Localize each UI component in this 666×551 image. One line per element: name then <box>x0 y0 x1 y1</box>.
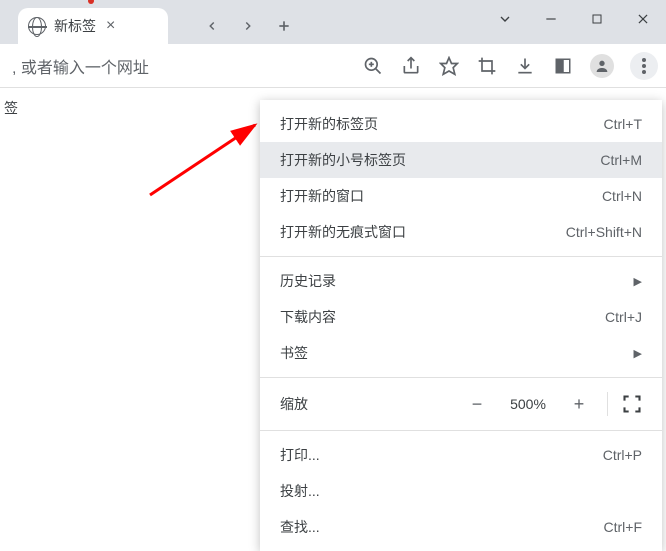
menu-new-incognito[interactable]: 打开新的无痕式窗口 Ctrl+Shift+N <box>260 214 662 250</box>
menu-new-tab[interactable]: 打开新的标签页 Ctrl+T <box>260 106 662 142</box>
menu-shortcut: Ctrl+Shift+N <box>566 224 642 240</box>
menu-zoom-row: 缩放 − 500% + <box>260 384 662 424</box>
close-window-button[interactable] <box>620 0 666 38</box>
menu-label: 打开新的小号标签页 <box>280 150 406 170</box>
menu-shortcut: Ctrl+N <box>602 188 642 204</box>
zoom-separator <box>607 392 608 416</box>
fullscreen-icon[interactable] <box>622 394 642 414</box>
menu-label: 打开新的窗口 <box>280 186 364 206</box>
menu-new-alt-tab[interactable]: 打开新的小号标签页 Ctrl+M <box>260 142 662 178</box>
menu-separator <box>260 256 662 257</box>
menu-label: 打开新的标签页 <box>280 114 378 134</box>
menu-shortcut: Ctrl+F <box>604 519 643 535</box>
menu-history[interactable]: 历史记录 ▶ <box>260 263 662 299</box>
zoom-value: 500% <box>499 396 557 412</box>
menu-button[interactable] <box>630 52 658 80</box>
tab-nav-buttons <box>198 8 298 44</box>
menu-label: 历史记录 <box>280 271 336 291</box>
zoom-out-button[interactable]: − <box>463 390 491 418</box>
window-controls <box>482 0 666 38</box>
menu-new-window[interactable]: 打开新的窗口 Ctrl+N <box>260 178 662 214</box>
zoom-label: 缩放 <box>280 394 455 414</box>
submenu-arrow-icon: ▶ <box>634 347 642 360</box>
menu-label: 打印... <box>280 445 320 465</box>
menu-label: 下载内容 <box>280 307 336 327</box>
menu-print[interactable]: 打印... Ctrl+P <box>260 437 662 473</box>
menu-cast[interactable]: 投射... <box>260 473 662 509</box>
menu-separator <box>260 377 662 378</box>
close-tab-icon[interactable]: × <box>104 15 117 37</box>
submenu-arrow-icon: ▶ <box>634 275 642 288</box>
panel-icon[interactable] <box>552 55 574 77</box>
menu-label: 打开新的无痕式窗口 <box>280 222 406 242</box>
forward-button[interactable] <box>234 12 262 40</box>
minimize-button[interactable] <box>528 0 574 38</box>
menu-shortcut: Ctrl+T <box>604 116 643 132</box>
menu-shortcut: Ctrl+M <box>600 152 642 168</box>
menu-bookmarks[interactable]: 书签 ▶ <box>260 335 662 371</box>
zoom-in-button[interactable]: + <box>565 390 593 418</box>
globe-icon <box>28 17 46 35</box>
crop-icon[interactable] <box>476 55 498 77</box>
titlebar: 新标签 × <box>0 0 666 44</box>
menu-separator <box>260 430 662 431</box>
maximize-button[interactable] <box>574 0 620 38</box>
tab-title: 新标签 <box>54 16 96 36</box>
toolbar: , 或者输入一个网址 <box>0 44 666 88</box>
menu-label: 查找... <box>280 517 320 537</box>
menu-downloads[interactable]: 下载内容 Ctrl+J <box>260 299 662 335</box>
menu-shortcut: Ctrl+P <box>603 447 642 463</box>
menu-label: 投射... <box>280 481 320 501</box>
menu-shortcut: Ctrl+J <box>605 309 642 325</box>
profile-icon[interactable] <box>590 54 614 78</box>
star-icon[interactable] <box>438 55 460 77</box>
download-icon[interactable] <box>514 55 536 77</box>
caret-down-icon[interactable] <box>482 0 528 38</box>
menu-find[interactable]: 查找... Ctrl+F <box>260 509 662 545</box>
zoom-page-icon[interactable] <box>362 55 384 77</box>
main-menu: 打开新的标签页 Ctrl+T 打开新的小号标签页 Ctrl+M 打开新的窗口 C… <box>260 100 662 551</box>
address-bar-hint[interactable]: , 或者输入一个网址 <box>12 54 362 78</box>
browser-tab[interactable]: 新标签 × <box>18 8 168 44</box>
new-tab-button[interactable] <box>270 12 298 40</box>
share-icon[interactable] <box>400 55 422 77</box>
menu-label: 书签 <box>280 343 308 363</box>
back-button[interactable] <box>198 12 226 40</box>
